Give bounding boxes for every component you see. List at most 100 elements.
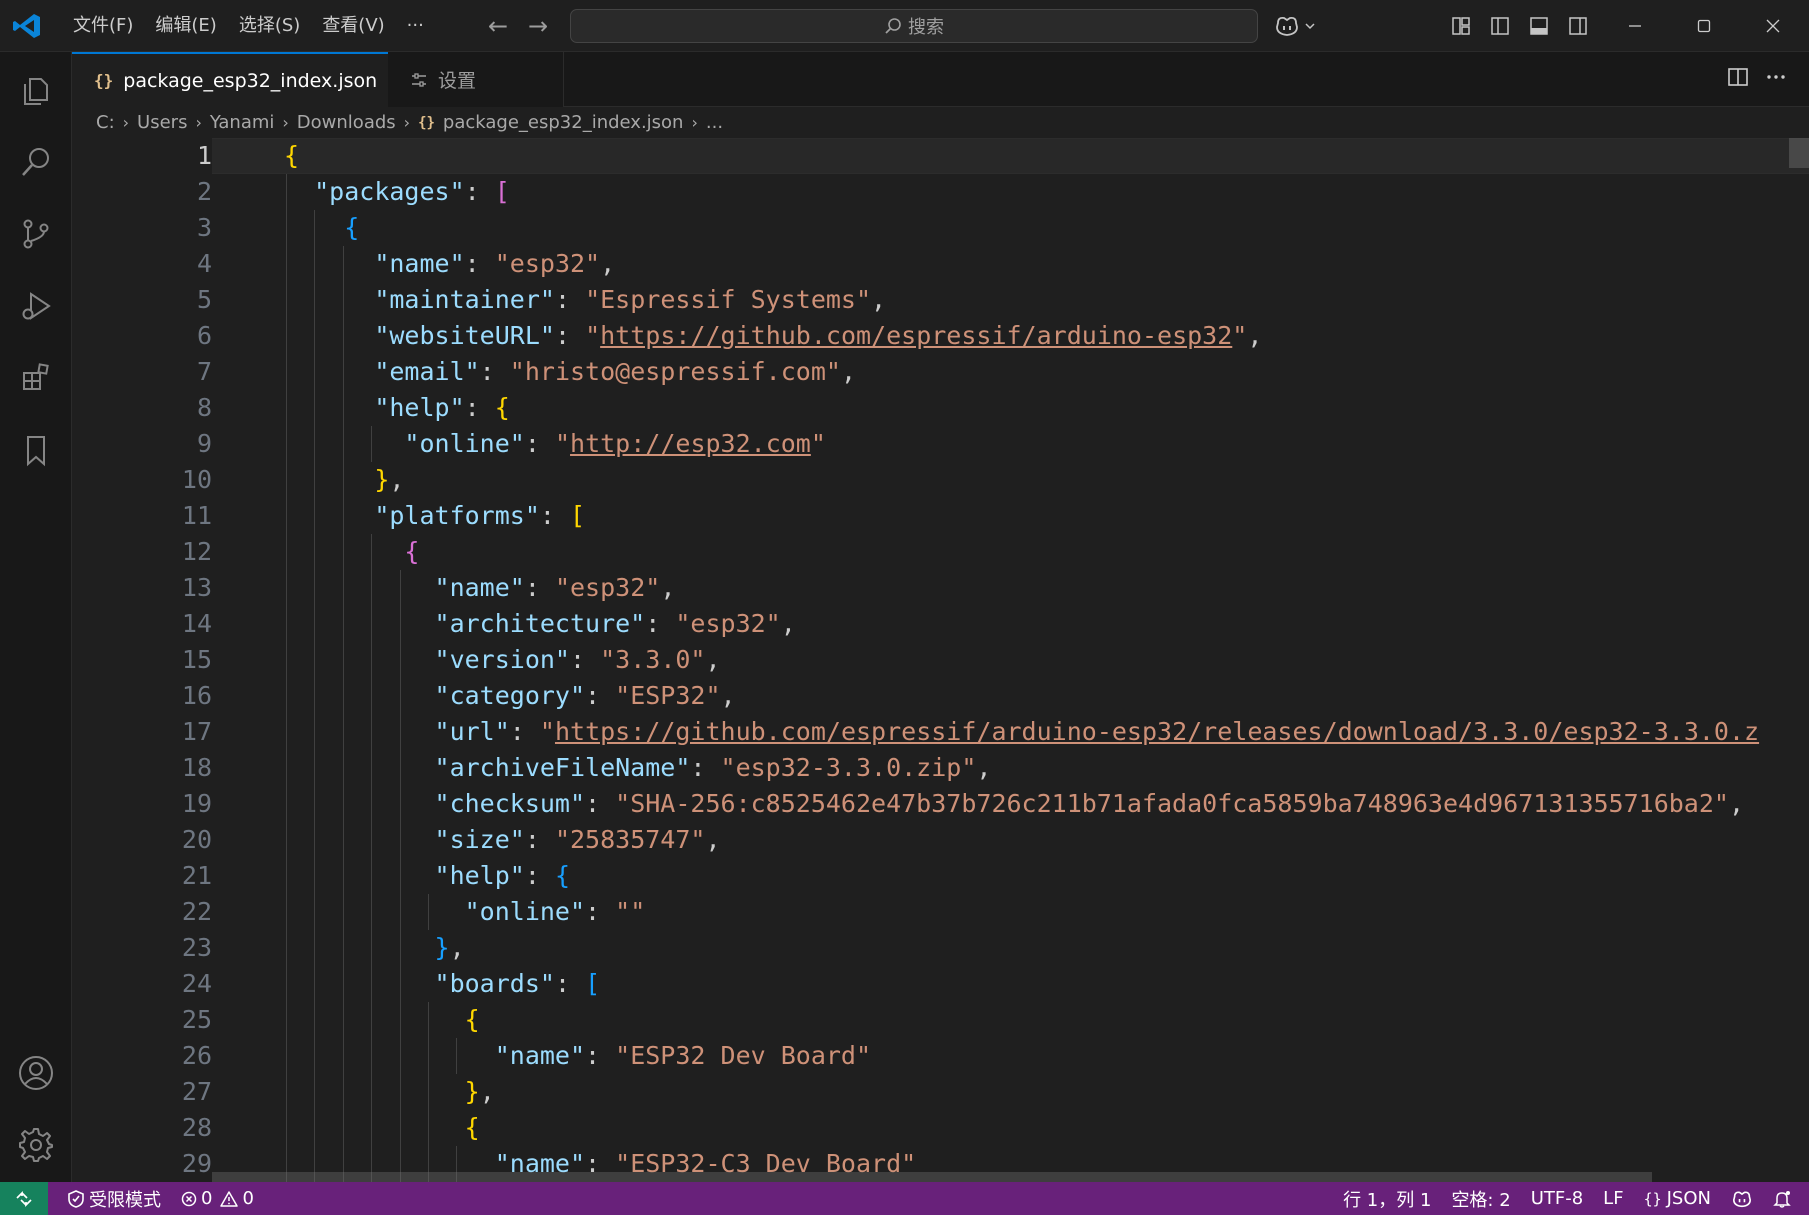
code-line[interactable]: "websiteURL": "https://github.com/espres… — [284, 318, 1262, 354]
tab-settings[interactable]: 设置 — [388, 52, 564, 107]
explorer-button[interactable] — [0, 58, 72, 122]
code-line[interactable]: "name": "esp32", — [284, 570, 676, 606]
copilot-icon — [1732, 1191, 1752, 1207]
accounts-button[interactable] — [0, 1041, 72, 1105]
minimize-button[interactable] — [1601, 0, 1669, 52]
forward-arrow-icon[interactable]: → — [524, 12, 552, 40]
split-editor-icon[interactable] — [1727, 66, 1749, 88]
code-line[interactable]: "help": { — [284, 390, 510, 426]
command-center-search[interactable]: 搜索 — [570, 9, 1258, 43]
chevron-right-icon: › — [195, 113, 202, 132]
extensions-button[interactable] — [0, 346, 72, 410]
code-line[interactable]: "version": "3.3.0", — [284, 642, 721, 678]
line-number: 5 — [196, 285, 212, 314]
code-line[interactable]: "archiveFileName": "esp32-3.3.0.zip", — [284, 750, 992, 786]
code-line[interactable]: "help": { — [284, 858, 571, 894]
code-line[interactable]: "name": "ESP32 Dev Board" — [284, 1038, 871, 1074]
line-number: 16 — [181, 681, 212, 710]
toggle-primary-sidebar-icon[interactable] — [1485, 12, 1514, 40]
source-control-button[interactable] — [0, 202, 72, 266]
line-number: 21 — [181, 861, 212, 890]
chevron-right-icon: › — [691, 113, 698, 132]
cursor-position[interactable]: 行 1，列 1 — [1333, 1182, 1441, 1215]
language-mode[interactable]: {} JSON — [1634, 1182, 1721, 1215]
line-number: 15 — [181, 645, 212, 674]
problems-button[interactable]: 0 0 — [171, 1182, 264, 1215]
tab-label: 设置 — [438, 70, 477, 92]
line-number: 13 — [181, 573, 212, 602]
extensions-icon — [23, 363, 49, 390]
code-line[interactable]: }, — [284, 1074, 495, 1110]
code-line[interactable]: { — [284, 534, 419, 570]
code-line[interactable]: "size": "25835747", — [284, 822, 721, 858]
menu-selection[interactable]: 选择(S) — [228, 8, 311, 44]
code-line[interactable]: "email": "hristo@espressif.com", — [284, 354, 856, 390]
notifications-button[interactable] — [1763, 1182, 1801, 1215]
code-area[interactable]: { "packages": [ { "name": "esp32", "main… — [212, 138, 1809, 1182]
restricted-mode-label: 受限模式 — [89, 1189, 161, 1211]
close-icon — [1766, 19, 1780, 33]
menu-more[interactable]: ··· — [396, 8, 435, 44]
breadcrumb: C: › Users › Yanami › Downloads › {} pac… — [72, 107, 1809, 138]
encoding[interactable]: UTF-8 — [1521, 1182, 1593, 1215]
code-line[interactable]: { — [284, 1002, 480, 1038]
code-line[interactable]: "checksum": "SHA-256:c8525462e47b37b726c… — [284, 786, 1745, 822]
line-number: 29 — [181, 1149, 212, 1178]
gear-icon — [19, 1128, 53, 1162]
back-arrow-icon[interactable]: ← — [484, 12, 512, 40]
run-debug-button[interactable] — [0, 274, 72, 338]
menu-view[interactable]: 查看(V) — [311, 8, 395, 44]
line-number: 26 — [181, 1041, 212, 1070]
line-number: 3 — [196, 213, 212, 242]
customize-layout-icon[interactable] — [1446, 12, 1475, 40]
breadcrumb-users[interactable]: Users — [137, 112, 187, 133]
code-line[interactable]: "maintainer": "Espressif Systems", — [284, 282, 886, 318]
code-line[interactable]: "online": "http://esp32.com" — [284, 426, 826, 462]
code-line[interactable]: "category": "ESP32", — [284, 678, 736, 714]
code-line[interactable]: "online": "" — [284, 894, 646, 930]
breadcrumb-drive[interactable]: C: — [96, 112, 115, 133]
line-number: 25 — [181, 1005, 212, 1034]
menu-file[interactable]: 文件(F) — [62, 8, 144, 44]
line-number: 28 — [181, 1113, 212, 1142]
toggle-secondary-sidebar-icon[interactable] — [1563, 12, 1592, 40]
line-number: 23 — [181, 933, 212, 962]
manage-button[interactable] — [0, 1113, 72, 1177]
title-bar: 文件(F) 编辑(E) 选择(S) 查看(V) ··· ← → 搜索 — [0, 0, 1809, 52]
code-line[interactable]: "architecture": "esp32", — [284, 606, 796, 642]
tab-package-esp32-index[interactable]: {} package_esp32_index.json ✕ — [72, 52, 406, 107]
more-actions-icon[interactable] — [1765, 66, 1787, 88]
horizontal-scrollbar[interactable] — [212, 1172, 1652, 1182]
code-line[interactable]: "name": "esp32", — [284, 246, 615, 282]
breadcrumb-symbol[interactable]: ... — [706, 112, 723, 133]
code-editor[interactable]: 1 2 3 4 5 6 7 8 9 10 11 12 13 14 15 16 17 18 19 20 21 22 23 24 2… — [72, 138, 1809, 1182]
code-line[interactable]: "boards": [ — [284, 966, 601, 1002]
line-number: 19 — [181, 789, 212, 818]
code-line[interactable]: }, — [284, 930, 465, 966]
copilot-status-button[interactable] — [1721, 1182, 1763, 1215]
code-line[interactable]: { — [284, 1110, 480, 1146]
code-line[interactable]: "packages": [ — [284, 174, 510, 210]
vertical-scrollbar[interactable] — [1789, 138, 1809, 168]
code-line[interactable]: "url": "https://github.com/espressif/ard… — [284, 714, 1760, 750]
toggle-panel-icon[interactable] — [1524, 12, 1553, 40]
vscode-logo-icon — [13, 14, 40, 38]
copilot-menu-button[interactable] — [1274, 12, 1322, 40]
breadcrumb-yanami[interactable]: Yanami — [210, 112, 275, 133]
menu-edit[interactable]: 编辑(E) — [144, 8, 227, 44]
search-view-button[interactable] — [0, 130, 72, 194]
run-debug-icon — [22, 292, 51, 320]
indentation[interactable]: 空格: 2 — [1441, 1182, 1520, 1215]
code-line[interactable]: "platforms": [ — [284, 498, 585, 534]
code-line[interactable]: { — [284, 138, 299, 174]
code-line[interactable]: { — [284, 210, 359, 246]
remote-indicator-button[interactable] — [0, 1182, 48, 1215]
code-line[interactable]: }, — [284, 462, 404, 498]
bookmarks-button[interactable] — [0, 418, 72, 482]
restricted-mode-button[interactable]: 受限模式 — [48, 1182, 171, 1215]
close-window-button[interactable] — [1739, 0, 1807, 52]
maximize-button[interactable] — [1670, 0, 1738, 52]
end-of-line[interactable]: LF — [1593, 1182, 1633, 1215]
breadcrumb-downloads[interactable]: Downloads — [297, 112, 396, 133]
breadcrumb-file[interactable]: package_esp32_index.json — [443, 112, 684, 133]
